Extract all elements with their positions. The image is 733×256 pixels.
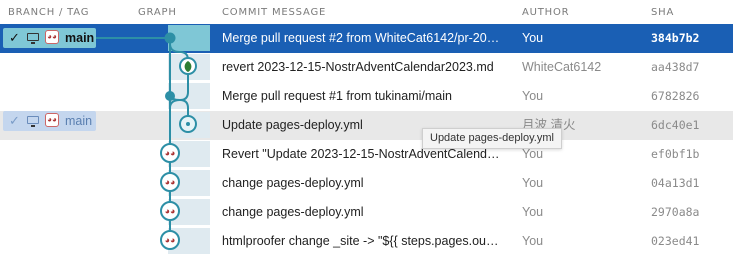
branch-name: main (65, 114, 93, 128)
commit-graph (96, 32, 197, 249)
avatar-icon: ◕◕ (160, 230, 180, 250)
avatar-icon: ◕◕ (45, 113, 59, 127)
avatar-icon: ◕◕ (160, 201, 180, 221)
commit-node (165, 91, 175, 101)
avatar-icon: ◕◕ (45, 30, 59, 44)
branch-label-remote-main[interactable]: ✓ ◕◕ main (3, 111, 96, 131)
tooltip: Update pages-deploy.yml (422, 128, 562, 149)
monitor-icon (27, 116, 39, 127)
branch-name: main (65, 31, 95, 45)
avatar-icon: ◕◕ (160, 172, 180, 192)
commit-node (164, 32, 176, 44)
branch-label-main[interactable]: ✓ ◕◕ main (3, 28, 96, 48)
check-icon: ✓ (9, 113, 20, 128)
commit-node-dot (186, 122, 190, 126)
avatar-icon: ◕◕ (160, 143, 180, 163)
monitor-icon (27, 33, 39, 44)
check-icon: ✓ (9, 30, 20, 45)
